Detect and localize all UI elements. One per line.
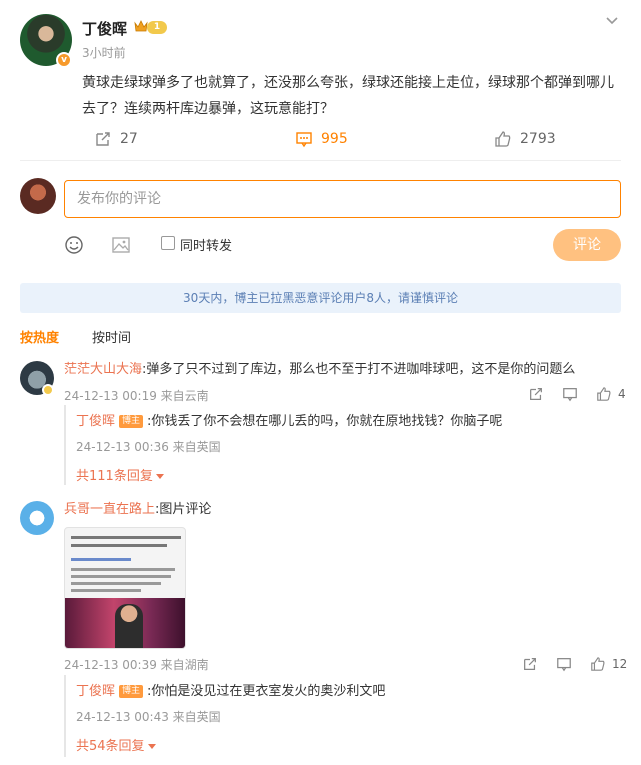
repost-button[interactable]: 27 [94, 128, 138, 150]
repost-checkbox-label: 同时转发 [180, 239, 233, 254]
caret-down-icon [147, 744, 156, 749]
comment-count: 995 [321, 131, 348, 147]
repost-count: 27 [120, 131, 138, 147]
reply-thread: 丁俊晖 博主:你怕是没见过在更衣室发火的奥沙利文吧 24-12-13 00:43 … [64, 675, 621, 757]
comment-input[interactable]: 发布你的评论 [64, 180, 621, 218]
reply-author[interactable]: 丁俊晖 [76, 414, 115, 429]
reply-meta: 24-12-13 00:36 来自英国 [76, 440, 221, 454]
comment-meta: 24-12-13 00:39 来自湖南 [64, 658, 209, 672]
verified-badge-icon [42, 384, 54, 396]
reply-meta: 24-12-13 00:43 来自英国 [76, 710, 221, 724]
like-count: 2793 [520, 131, 556, 147]
comment-like-count: 12 [612, 657, 628, 671]
host-badge: 博主 [119, 415, 144, 428]
comment-actions: 12 [522, 656, 627, 672]
post-text: 黄球走绿球弹多了也就算了，还没那么夸张，绿球还能接上走位，绿球那个都弹到哪儿去了… [82, 75, 614, 117]
more-replies-text: 共111条回复 [76, 469, 153, 484]
reply-body: 丁俊晖 博主:你怕是没见过在更衣室发火的奥沙利文吧 [76, 682, 385, 702]
image-icon[interactable] [111, 235, 131, 255]
submit-comment-button[interactable]: 评论 [553, 229, 621, 261]
comment-button[interactable]: 995 [295, 128, 348, 150]
blocked-users-notice: 30天内，博主已拉黑恶意评论用户8人，请谨慎评论 [20, 283, 621, 313]
thumbs-up-icon [591, 657, 605, 671]
repost-icon[interactable] [522, 656, 538, 672]
comment-actions: 4 [528, 386, 626, 402]
comment-image[interactable] [64, 527, 186, 649]
commenter-name[interactable]: 茫茫大山大海 [64, 362, 142, 377]
post-time[interactable]: 3小时前 [82, 44, 126, 61]
author-name[interactable]: 丁俊晖 [82, 18, 127, 39]
comment-like-button[interactable]: 4 [596, 386, 626, 402]
more-replies-text: 共54条回复 [76, 739, 145, 754]
like-button[interactable]: 2793 [494, 128, 556, 150]
repost-icon[interactable] [528, 386, 544, 402]
thumbs-up-icon [495, 131, 511, 147]
comment-icon[interactable] [562, 386, 578, 402]
thumbs-up-icon [597, 387, 611, 401]
sort-by-time-tab[interactable]: 按时间 [92, 327, 131, 346]
reply-text: :你怕是没见过在更衣室发火的奥沙利文吧 [147, 684, 386, 699]
comment-like-count: 4 [618, 387, 626, 401]
verified-badge-icon: v [56, 52, 72, 68]
reply-text: :你钱丢了你不会想在哪儿丢的吗，你就在原地找钱？你脑子呢 [147, 414, 503, 429]
emoji-icon[interactable] [64, 235, 84, 255]
comment-meta: 24-12-13 00:19 来自云南 [64, 389, 209, 403]
comment-icon[interactable] [556, 656, 572, 672]
comment-like-button[interactable]: 12 [590, 656, 627, 672]
commenter-name[interactable]: 兵哥一直在路上 [64, 502, 155, 517]
repost-icon [96, 132, 110, 146]
comment-text: :弹多了只不过到了库边，那么也不至于打不进咖啡球吧，这不是你的问题么 [142, 362, 576, 377]
reply-thread: 丁俊晖 博主:你钱丢了你不会想在哪儿丢的吗，你就在原地找钱？你脑子呢 24-12-… [64, 405, 621, 485]
repost-checkbox[interactable] [161, 236, 175, 250]
comment-icon [296, 132, 312, 148]
level-badge: 1 [147, 21, 167, 34]
crown-icon [134, 20, 148, 32]
reply-body: 丁俊晖 博主:你钱丢了你不会想在哪儿丢的吗，你就在原地找钱？你脑子呢 [76, 412, 502, 432]
comment-body: 茫茫大山大海:弹多了只不过到了库边，那么也不至于打不进咖啡球吧，这不是你的问题么 [64, 360, 575, 380]
comment-body: 兵哥一直在路上:图片评论 [64, 500, 211, 520]
sort-by-hot-tab[interactable]: 按热度 [20, 327, 59, 346]
more-replies-link[interactable]: 共54条回复 [76, 735, 156, 754]
host-badge: 博主 [119, 685, 144, 698]
caret-down-icon [155, 474, 164, 479]
my-avatar [20, 178, 56, 214]
chevron-down-icon[interactable] [604, 12, 620, 28]
more-replies-link[interactable]: 共111条回复 [76, 465, 164, 484]
reply-author[interactable]: 丁俊晖 [76, 684, 115, 699]
divider [20, 160, 621, 161]
comment-text: :图片评论 [155, 502, 212, 517]
commenter-avatar[interactable] [20, 501, 54, 535]
